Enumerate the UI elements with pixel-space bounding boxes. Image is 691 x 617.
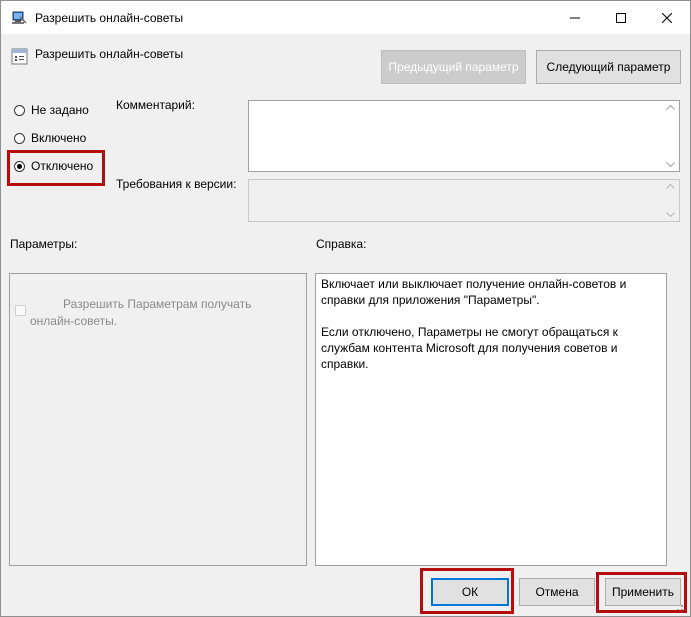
comment-label: Комментарий: (116, 98, 195, 112)
help-text: Включает или выключает получение онлайн-… (321, 276, 651, 372)
radio-not-configured-label: Не задано (31, 103, 89, 117)
maximize-icon (616, 12, 626, 23)
radio-enabled-circle[interactable] (14, 132, 25, 144)
next-setting-button[interactable]: Следующий параметр (536, 50, 681, 84)
radio-enabled[interactable]: Включено (14, 131, 86, 145)
highlight-frame-ok (420, 568, 514, 614)
help-panel: Включает или выключает получение онлайн-… (315, 273, 667, 566)
scroll-up-icon[interactable] (666, 184, 675, 189)
minimize-button[interactable] (552, 1, 598, 34)
help-paragraph: Включает или выключает получение онлайн-… (321, 277, 627, 307)
version-scrollbar[interactable] (662, 180, 679, 221)
radio-not-configured[interactable]: Не задано (14, 103, 89, 117)
policy-name: Разрешить онлайн-советы (35, 47, 184, 61)
radio-not-configured-circle[interactable] (14, 104, 25, 116)
maximize-button[interactable] (598, 1, 644, 34)
allow-online-tips-label: Разрешить Параметрам получать онлайн-сов… (30, 297, 252, 328)
comment-scrollbar[interactable] (662, 101, 679, 171)
cancel-button[interactable]: Отмена (519, 578, 595, 606)
help-scrollbar (667, 273, 684, 566)
help-label: Справка: (316, 237, 367, 251)
version-label: Требования к версии: (116, 177, 237, 191)
close-button[interactable] (644, 1, 690, 34)
policy-editor-icon (12, 11, 27, 24)
title-bar[interactable]: Разрешить онлайн-советы (1, 1, 690, 34)
scroll-up-icon[interactable] (666, 105, 675, 110)
radio-enabled-label: Включено (31, 131, 87, 145)
allow-online-tips-checkbox[interactable] (15, 305, 26, 316)
minimize-icon (570, 17, 580, 18)
policy-dialog: Разрешить онлайн-советы Разрешить онлайн… (0, 0, 691, 617)
close-icon (662, 12, 672, 23)
scroll-down-icon[interactable] (666, 162, 675, 167)
help-paragraph: Если отключено, Параметры не смогут обра… (321, 325, 618, 371)
highlight-frame-disabled (7, 150, 105, 186)
scroll-down-icon[interactable] (666, 212, 675, 217)
window-title: Разрешить онлайн-советы (35, 11, 184, 25)
version-requirements-field (248, 179, 680, 222)
comment-textarea[interactable] (248, 100, 680, 172)
previous-setting-button: Предыдущий параметр (381, 50, 526, 84)
policy-setting-icon (11, 48, 28, 65)
options-label: Параметры: (10, 237, 78, 251)
options-panel: Разрешить Параметрам получать онлайн-сов… (9, 273, 307, 566)
highlight-frame-apply (596, 572, 687, 613)
